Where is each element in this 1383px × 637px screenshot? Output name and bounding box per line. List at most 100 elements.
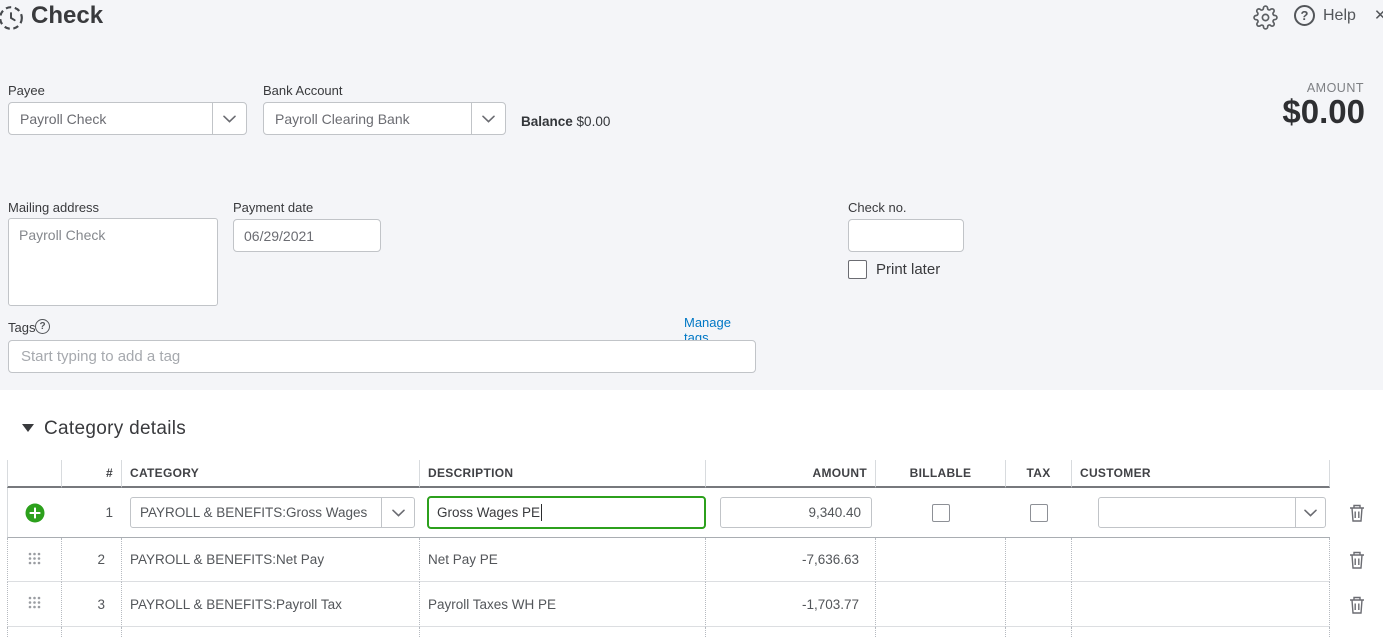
bank-account-select[interactable]: Payroll Clearing Bank — [263, 102, 506, 135]
header-amount: AMOUNT — [706, 460, 876, 488]
row-number: 1 — [62, 488, 122, 538]
amount-value-row1: 9,340.40 — [808, 505, 861, 520]
row-number: 2 — [62, 538, 122, 582]
check-form-window: Check Help ✕ Payee Payroll Check Bank Ac… — [0, 0, 1383, 637]
partial-cell — [1072, 627, 1330, 637]
row-cell-grip — [7, 582, 62, 627]
recent-transactions-clock-icon[interactable] — [0, 5, 24, 36]
row-tax[interactable] — [1006, 582, 1072, 627]
header-tax: TAX — [1006, 460, 1072, 488]
print-later-label: Print later — [876, 261, 940, 278]
partial-cell — [122, 627, 420, 637]
print-later-checkbox[interactable] — [848, 260, 867, 279]
help-button[interactable]: Help — [1294, 5, 1356, 26]
text-caret — [541, 504, 542, 521]
check-no-label: Check no. — [848, 200, 907, 215]
customer-select[interactable] — [1098, 497, 1326, 528]
header-customer: CUSTOMER — [1072, 460, 1330, 488]
row-description[interactable]: Net Pay PE — [420, 538, 706, 582]
category-value: PAYROLL & BENEFITS:Gross Wages — [131, 498, 381, 527]
table-row-partial — [7, 627, 1383, 637]
payment-date-label: Payment date — [233, 200, 313, 215]
customer-value — [1099, 498, 1295, 527]
row-customer[interactable] — [1072, 582, 1330, 627]
partial-cell — [1330, 627, 1383, 637]
row-customer[interactable] — [1072, 538, 1330, 582]
row-cell-tax — [1006, 488, 1072, 538]
partial-cell — [706, 627, 876, 637]
row-amount[interactable]: -7,636.63 — [706, 538, 876, 582]
row-category[interactable]: PAYROLL & BENEFITS:Net Pay — [122, 538, 420, 582]
table-row[interactable]: 2 PAYROLL & BENEFITS:Net Pay Net Pay PE … — [7, 538, 1383, 582]
row-category[interactable]: PAYROLL & BENEFITS:Payroll Tax — [122, 582, 420, 627]
chevron-down-icon[interactable] — [212, 103, 246, 134]
partial-cell — [62, 627, 122, 637]
header-grip-spacer — [7, 460, 62, 488]
page-title: Check — [31, 2, 103, 30]
row-cell-billable — [876, 488, 1006, 538]
mailing-address-label: Mailing address — [8, 200, 99, 215]
row-cell-customer — [1072, 488, 1330, 538]
header-category: CATEGORY — [122, 460, 420, 488]
tags-input[interactable] — [8, 340, 756, 373]
collapse-triangle-icon[interactable] — [22, 424, 34, 432]
bank-account-value: Payroll Clearing Bank — [264, 103, 471, 134]
payee-value: Payroll Check — [9, 103, 212, 134]
drag-handle-icon[interactable] — [28, 596, 41, 612]
header-description: DESCRIPTION — [420, 460, 706, 488]
partial-cell — [7, 627, 62, 637]
help-icon — [1294, 5, 1315, 26]
row-billable[interactable] — [876, 582, 1006, 627]
table-row-active: 1 PAYROLL & BENEFITS:Gross Wages Gross W… — [7, 488, 1383, 538]
header-num: # — [62, 460, 122, 488]
close-icon[interactable]: ✕ — [1374, 6, 1383, 24]
table-row[interactable]: 3 PAYROLL & BENEFITS:Payroll Tax Payroll… — [7, 582, 1383, 627]
row-cell-delete — [1330, 538, 1383, 582]
payee-select[interactable]: Payroll Check — [8, 102, 247, 135]
gear-icon[interactable] — [1251, 3, 1279, 31]
row-cell-grip — [7, 538, 62, 582]
table-header-row: # CATEGORY DESCRIPTION AMOUNT BILLABLE T… — [7, 460, 1383, 488]
balance-label: Balance — [521, 114, 573, 129]
balance-text: Balance $0.00 — [521, 114, 610, 129]
tags-label: Tags — [8, 320, 35, 335]
category-select[interactable]: PAYROLL & BENEFITS:Gross Wages — [130, 497, 415, 528]
trash-icon[interactable] — [1349, 551, 1365, 569]
row-description[interactable]: Payroll Taxes WH PE — [420, 582, 706, 627]
check-no-field[interactable] — [848, 219, 964, 252]
trash-icon[interactable] — [1349, 504, 1365, 522]
description-input[interactable]: Gross Wages PE — [427, 496, 706, 529]
help-label: Help — [1323, 7, 1356, 25]
partial-cell — [420, 627, 706, 637]
drag-handle-icon[interactable] — [28, 552, 41, 568]
trash-icon[interactable] — [1349, 596, 1365, 614]
partial-cell — [876, 627, 1006, 637]
tax-checkbox[interactable] — [1030, 504, 1048, 522]
row-tax[interactable] — [1006, 538, 1072, 582]
row-amount[interactable]: -1,703.77 — [706, 582, 876, 627]
partial-cell — [1006, 627, 1072, 637]
tags-help-icon[interactable] — [35, 319, 50, 334]
chevron-down-icon[interactable] — [471, 103, 505, 134]
row-number: 3 — [62, 582, 122, 627]
chevron-down-icon[interactable] — [381, 498, 414, 527]
row-cell-delete — [1330, 582, 1383, 627]
mailing-address-field[interactable]: Payroll Check — [8, 218, 218, 306]
row-billable[interactable] — [876, 538, 1006, 582]
category-details-table: # CATEGORY DESCRIPTION AMOUNT BILLABLE T… — [7, 460, 1383, 637]
balance-value: $0.00 — [577, 114, 611, 129]
mailing-address-value: Payroll Check — [19, 227, 105, 243]
header-actions-spacer — [1330, 460, 1383, 488]
billable-checkbox[interactable] — [932, 504, 950, 522]
payment-date-field[interactable]: 06/29/2021 — [233, 219, 381, 252]
chevron-down-icon[interactable] — [1295, 498, 1325, 527]
header-billable: BILLABLE — [876, 460, 1006, 488]
row-cell-amount: 9,340.40 — [706, 488, 876, 538]
add-line-icon[interactable] — [25, 503, 45, 523]
row-cell-category: PAYROLL & BENEFITS:Gross Wages — [122, 488, 420, 538]
payment-date-value: 06/29/2021 — [244, 228, 314, 244]
row-cell-add — [7, 488, 62, 538]
row-cell-delete — [1330, 488, 1383, 538]
payee-label: Payee — [8, 83, 45, 98]
amount-input[interactable]: 9,340.40 — [720, 497, 872, 528]
